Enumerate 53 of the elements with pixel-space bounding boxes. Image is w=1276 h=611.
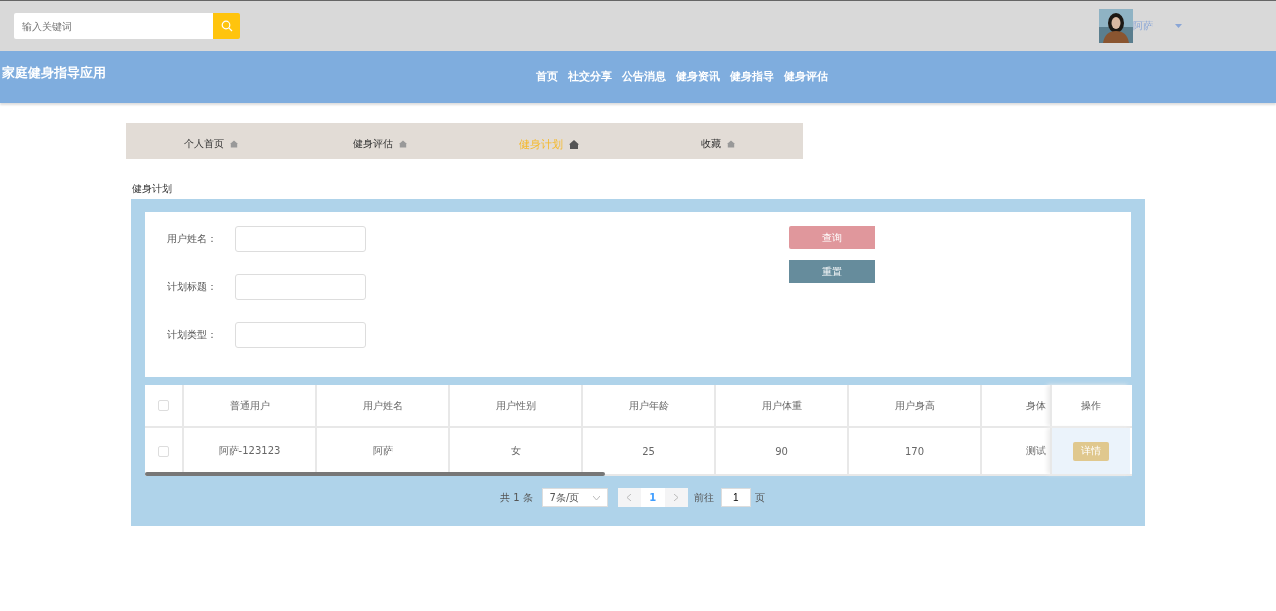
prev-page-button[interactable] xyxy=(617,488,641,507)
input-field[interactable] xyxy=(235,226,366,252)
input-field[interactable] xyxy=(235,322,366,348)
checkbox[interactable] xyxy=(158,445,169,457)
page-size-select[interactable]: 7条/页 xyxy=(541,488,608,507)
tab[interactable]: 收藏 xyxy=(633,131,803,151)
chevron-left-icon xyxy=(627,494,632,501)
input-field[interactable] xyxy=(235,274,366,300)
home-icon xyxy=(229,140,238,148)
field-label: 计划类型： xyxy=(167,328,218,342)
app-title: 家庭健身指导应用 xyxy=(2,64,106,82)
home-icon xyxy=(569,139,580,149)
column-header: 普通用户 xyxy=(182,385,315,426)
field-label: 用户姓名： xyxy=(167,232,218,246)
reset-button[interactable]: 重置 xyxy=(789,260,875,283)
column-header: 操作 xyxy=(1050,385,1130,426)
column-header: 用户年龄 xyxy=(581,385,714,426)
chevron-down-icon xyxy=(592,495,600,500)
table-cell: 90 xyxy=(714,428,847,474)
page-input[interactable]: 1 xyxy=(720,488,751,507)
caret-icon[interactable] xyxy=(1175,24,1182,28)
home-icon xyxy=(727,140,736,148)
section-title: 健身计划 xyxy=(132,182,173,196)
home-icon xyxy=(398,140,407,148)
column-header: 用户体重 xyxy=(714,385,847,426)
nav-link[interactable]: 社交分享 xyxy=(568,69,612,84)
column-header: 用户性别 xyxy=(448,385,581,426)
goto-label: 前往 xyxy=(693,490,714,505)
tab[interactable]: 健身计划 xyxy=(464,130,634,152)
nav-link[interactable]: 健身指导 xyxy=(730,69,774,84)
page-number[interactable]: 1 xyxy=(640,488,665,507)
nav-link[interactable]: 健身评估 xyxy=(784,69,828,84)
column-header: 用户身高 xyxy=(847,385,980,426)
search-button[interactable] xyxy=(213,13,240,39)
next-page-button[interactable] xyxy=(664,488,688,507)
user-name[interactable]: 阿萨 xyxy=(1133,19,1153,33)
nav-link[interactable]: 健身资讯 xyxy=(676,69,720,84)
tab[interactable]: 个人首页 xyxy=(126,131,296,151)
chevron-right-icon xyxy=(674,494,679,501)
page-suffix: 页 xyxy=(754,490,765,505)
checkbox[interactable] xyxy=(158,400,169,411)
total-count: 共 1 条 xyxy=(500,490,533,505)
nav-link[interactable]: 公告消息 xyxy=(622,69,666,84)
nav-link[interactable]: 首页 xyxy=(536,69,558,84)
search-icon xyxy=(220,20,233,32)
column-header: 用户姓名 xyxy=(315,385,448,426)
table-cell: 170 xyxy=(847,428,980,474)
field-label: 计划标题： xyxy=(167,280,218,294)
search-field[interactable]: 输入关键词 xyxy=(14,13,213,39)
scrollbar-thumb[interactable] xyxy=(145,472,605,476)
tab[interactable]: 健身评估 xyxy=(295,131,465,151)
detail-button[interactable]: 详情 xyxy=(1073,441,1109,461)
search-button[interactable]: 查询 xyxy=(789,226,875,249)
